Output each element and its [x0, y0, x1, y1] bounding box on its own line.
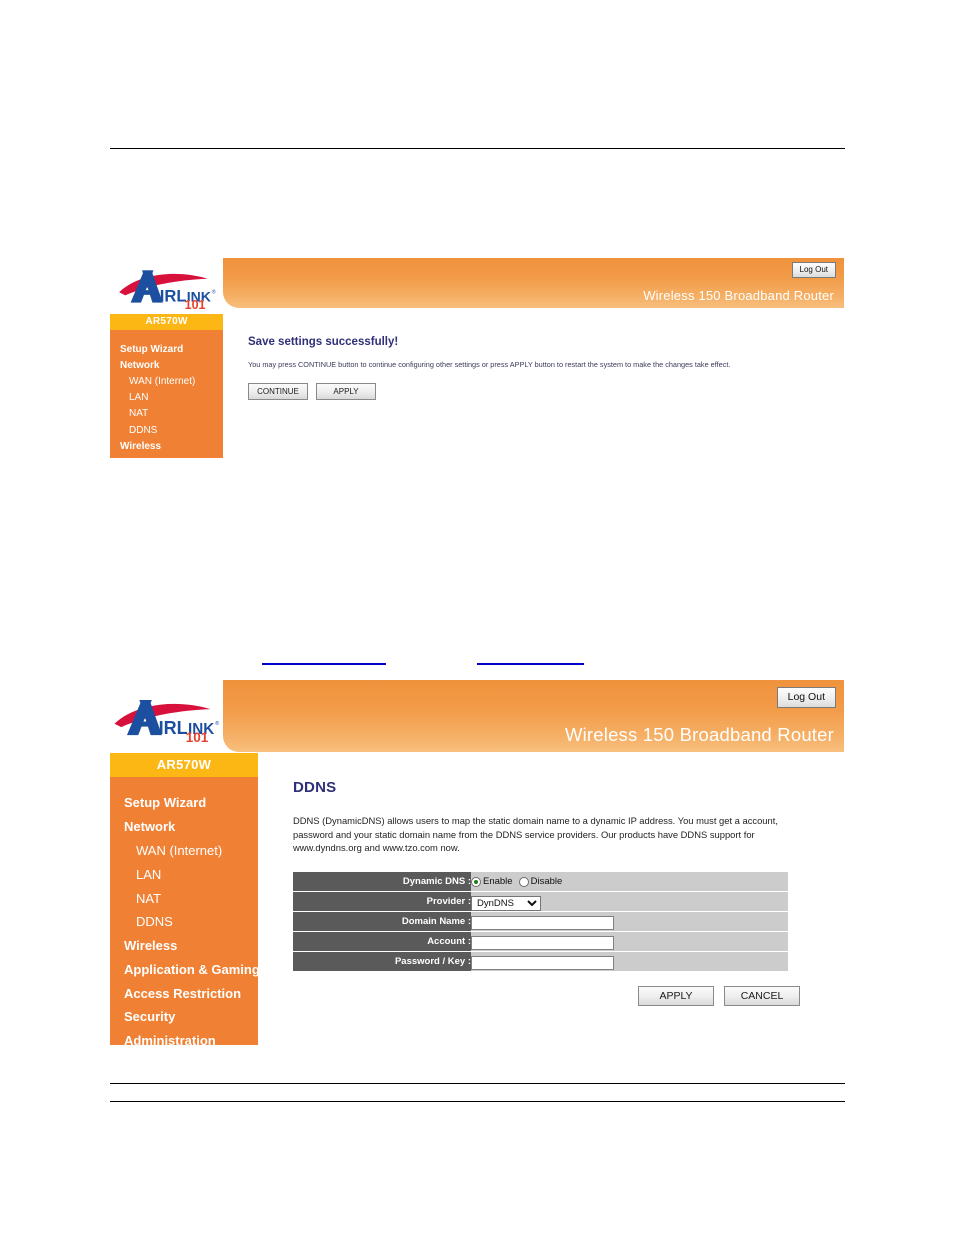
account-input[interactable] — [471, 936, 614, 951]
sidebar-item-wan-internet[interactable]: WAN (Internet) — [110, 839, 258, 863]
svg-text:101: 101 — [184, 298, 205, 309]
radio-disable-label: Disable — [530, 876, 563, 888]
hyperlink-underline-left[interactable] — [262, 663, 386, 665]
table-row-provider: Provider : DynDNSTZO — [293, 891, 788, 913]
airlink-logo-icon: IRL INK ® 101 — [114, 699, 220, 744]
account-value — [471, 931, 788, 953]
sidebar-item-wan-internet[interactable]: WAN (Internet) — [110, 373, 223, 389]
page-title: Save settings successfully! — [248, 336, 399, 348]
password-key-label: Password / Key : — [293, 951, 471, 973]
page-description: You may press CONTINUE button to continu… — [248, 360, 731, 369]
sidebar-item-wireless[interactable]: Wireless — [110, 934, 258, 958]
sidebar-item-ddns[interactable]: DDNS — [110, 910, 258, 934]
sidebar-item-network[interactable]: Network — [110, 815, 258, 839]
provider-label: Provider : — [293, 891, 471, 913]
dynamic-dns-value: Enable Disable — [471, 871, 788, 893]
sidebar-item-setup-wizard[interactable]: Setup Wizard — [110, 341, 223, 357]
airlink-logo-icon: IRL INK ® 101 — [118, 270, 215, 309]
nav-list: Setup Wizard Network WAN (Internet) LAN NAT D… — [110, 777, 260, 1077]
ddns-settings-table: Dynamic DNS : Enable Disable Provider: … — [293, 871, 788, 973]
password-key-input[interactable] — [471, 956, 614, 971]
provider-value: DynDNSTZO — [471, 891, 788, 913]
sidebar-item-nat[interactable]: NAT — [110, 886, 258, 910]
sidebar-item-nat[interactable]: NAT — [110, 406, 223, 422]
page-rule-top — [110, 148, 845, 149]
continue-button[interactable]: CONTINUE — [248, 382, 308, 400]
table-row-account: Account : — [293, 931, 788, 953]
airlink-logo: IRL INK ® 101 — [110, 680, 223, 753]
sidebar-item-network[interactable]: Network — [110, 357, 223, 373]
main-content-area: Save settings successfully! You may pres… — [223, 308, 844, 458]
svg-text:IRL: IRL — [159, 287, 186, 306]
table-row-password-key: Password / Key : — [293, 951, 788, 973]
account-label: Account : — [293, 931, 471, 953]
nav-list: Setup Wizard Network WAN (Internet) LAN NAT D… — [110, 330, 223, 454]
sidebar-item-access-restriction[interactable]: Access Restriction — [110, 981, 258, 1005]
airlink-logo: IRL INK ® 101 — [110, 258, 223, 314]
radio-disable-icon[interactable] — [518, 876, 529, 887]
sidebar-item-administration[interactable]: Administration — [110, 1029, 258, 1053]
sidebar-nav: AR570W Setup Wizard Network WAN (Internet)… — [110, 753, 260, 1072]
router-header-bar: Log Out Wireless 150 Broadband Router — [223, 680, 844, 752]
router-model-title: Wireless 150 Broadband Router — [643, 288, 834, 303]
router-ui-screenshot-bottom: IRL INK ® 101 Log Out Wireless 150 Broad… — [110, 680, 844, 1072]
router-ui-screenshot-top: IRL INK ® 101 Log Out Wireless 150 Broad… — [110, 258, 844, 458]
table-row-dynamic-dns: Dynamic DNS : Enable Disable — [293, 871, 788, 893]
hyperlink-underline-right[interactable] — [477, 663, 584, 665]
radio-enable-icon[interactable] — [471, 876, 481, 887]
cancel-button[interactable]: CANCEL — [724, 986, 800, 1007]
main-content-area: DDNS DDNS (DynamicDNS) allows users to m… — [258, 752, 844, 1045]
radio-enable-label: Enable — [483, 876, 513, 888]
sidebar-item-setup-wizard[interactable]: Setup Wizard — [110, 791, 258, 815]
sidebar-item-wireless[interactable]: Wireless — [110, 438, 223, 454]
page-title: DDNS — [293, 779, 337, 796]
sidebar-item-application-gaming[interactable]: Application & Gaming — [110, 957, 260, 981]
logout-button[interactable]: Log Out — [791, 262, 836, 278]
sidebar-nav: AR570W Setup Wizard Network WAN (Internet)… — [110, 314, 223, 458]
radio-disable[interactable]: Disable — [518, 876, 563, 888]
password-key-value — [471, 951, 788, 973]
page-rule-bottom-1 — [110, 1083, 845, 1084]
radio-enable[interactable]: Enable — [471, 876, 513, 887]
action-button-row: APPLY CANCEL — [638, 986, 844, 1007]
sidebar-item-status[interactable]: Status — [110, 1053, 258, 1077]
page-rule-bottom-2 — [110, 1101, 845, 1102]
sidebar-item-lan[interactable]: LAN — [110, 390, 223, 406]
table-row-domain-name: Domain Name : — [293, 911, 788, 933]
svg-text:101: 101 — [186, 729, 209, 744]
router-header-bar: Log Out Wireless 150 Broadband Router — [223, 258, 844, 308]
domain-name-value — [471, 911, 788, 933]
logout-button[interactable]: Log Out — [776, 687, 836, 708]
svg-text:IRL: IRL — [159, 717, 188, 737]
page-description: DDNS (DynamicDNS) allows users to map th… — [293, 815, 778, 854]
sidebar-item-lan[interactable]: LAN — [110, 862, 258, 886]
sidebar-item-ddns[interactable]: DDNS — [110, 422, 223, 438]
provider-select[interactable]: DynDNSTZO — [471, 895, 541, 911]
svg-text:®: ® — [215, 719, 220, 726]
domain-name-label: Domain Name : — [293, 911, 471, 933]
domain-name-input[interactable] — [471, 916, 614, 931]
dynamic-dns-radio-group: Enable Disable — [471, 876, 788, 887]
action-button-row: CONTINUE APPLY — [248, 382, 844, 400]
model-badge: AR570W — [110, 753, 258, 777]
sidebar-item-security[interactable]: Security — [110, 1005, 258, 1029]
apply-button[interactable]: APPLY — [316, 382, 376, 400]
router-model-title: Wireless 150 Broadband Router — [564, 724, 834, 745]
model-badge: AR570W — [110, 314, 223, 330]
svg-text:®: ® — [211, 288, 215, 295]
dynamic-dns-label: Dynamic DNS : — [293, 871, 471, 893]
apply-button[interactable]: APPLY — [638, 986, 714, 1007]
